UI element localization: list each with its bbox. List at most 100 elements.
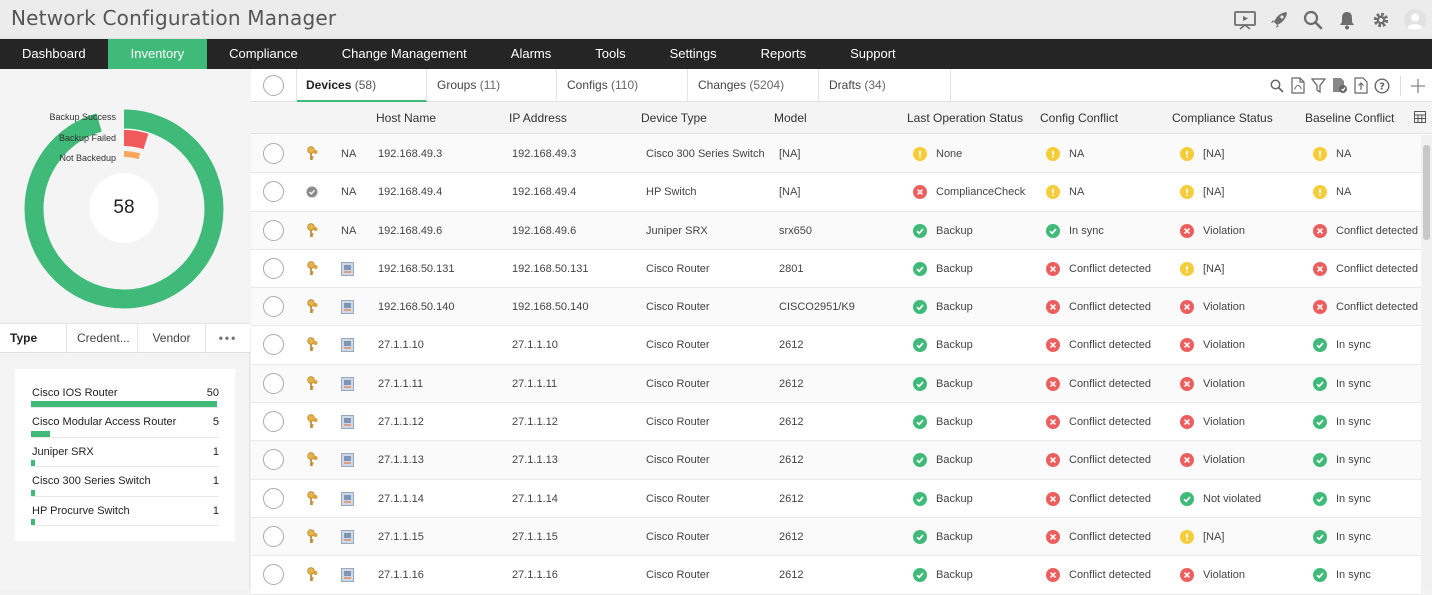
row-select-checkbox[interactable] — [263, 525, 284, 547]
last-operation-status[interactable]: Backup — [913, 250, 973, 288]
nav-dashboard[interactable]: Dashboard — [0, 39, 108, 69]
search-icon[interactable] — [1266, 75, 1287, 96]
nav-tools[interactable]: Tools — [573, 39, 647, 69]
last-operation-status[interactable]: Backup — [913, 288, 973, 326]
nav-reports[interactable]: Reports — [739, 39, 829, 69]
list-item[interactable]: HP Procurve Switch 1 — [31, 497, 219, 526]
tab-changes[interactable]: Changes (5204) — [688, 69, 819, 102]
compliance-status[interactable]: [NA] — [1180, 173, 1224, 211]
vertical-scrollbar[interactable] — [1421, 135, 1432, 589]
compliance-status[interactable]: Violation — [1180, 288, 1245, 326]
config-conflict-status[interactable]: Conflict detected — [1046, 326, 1151, 364]
table-row[interactable]: 192.168.50.131 192.168.50.131 Cisco Router… — [251, 249, 1421, 289]
rocket-icon[interactable] — [1262, 3, 1296, 37]
baseline-conflict-status[interactable]: NA — [1313, 173, 1351, 211]
row-select-checkbox[interactable] — [263, 411, 284, 433]
baseline-conflict-status[interactable]: In sync — [1313, 403, 1371, 441]
compliance-status[interactable]: Violation — [1180, 326, 1245, 364]
config-conflict-status[interactable]: Conflict detected — [1046, 518, 1151, 556]
nav-compliance[interactable]: Compliance — [207, 39, 320, 69]
table-row[interactable]: NA 192.168.49.6 192.168.49.6 Juniper SRX srx… — [251, 211, 1421, 250]
baseline-conflict-status[interactable]: In sync — [1313, 480, 1371, 518]
tab-configs[interactable]: Configs (110) — [557, 69, 688, 102]
bell-icon[interactable] — [1330, 3, 1364, 37]
column-header-last-operation-status[interactable]: Last Operation Status — [907, 102, 1023, 134]
column-header-device-type[interactable]: Device Type — [641, 102, 707, 134]
baseline-conflict-status[interactable]: Conflict detected — [1313, 212, 1418, 250]
config-conflict-status[interactable]: Conflict detected — [1046, 250, 1151, 288]
search-icon[interactable] — [1296, 3, 1330, 37]
last-operation-status[interactable]: None — [913, 135, 962, 173]
baseline-conflict-status[interactable]: Conflict detected — [1313, 250, 1418, 288]
cell-host[interactable]: 192.168.50.131 — [378, 250, 454, 288]
list-item[interactable]: Juniper SRX 1 — [31, 438, 219, 468]
column-header-model[interactable]: Model — [774, 102, 807, 134]
cell-host[interactable]: 192.168.49.6 — [378, 212, 442, 250]
compliance-status[interactable]: Violation — [1180, 365, 1245, 403]
compliance-status[interactable]: Violation — [1180, 403, 1245, 441]
column-header-compliance-status[interactable]: Compliance Status — [1172, 102, 1273, 134]
export-icon[interactable] — [1350, 75, 1371, 96]
baseline-conflict-status[interactable]: NA — [1313, 135, 1351, 173]
tab-groups[interactable]: Groups (11) — [427, 69, 557, 102]
row-select-checkbox[interactable] — [263, 296, 284, 318]
config-conflict-status[interactable]: Conflict detected — [1046, 288, 1151, 326]
nav-inventory[interactable]: Inventory — [107, 39, 208, 69]
filter-tab-type[interactable]: Type — [0, 324, 67, 353]
row-select-checkbox[interactable] — [263, 257, 284, 279]
table-row[interactable]: 27.1.1.13 27.1.1.13 Cisco Router 2612 Backup… — [251, 441, 1421, 480]
table-row[interactable]: NA 192.168.49.3 192.168.49.3 Cisco 300 Seri… — [251, 135, 1421, 174]
last-operation-status[interactable]: Backup — [913, 365, 973, 403]
cell-host[interactable]: 192.168.49.3 — [378, 135, 442, 173]
cell-host[interactable]: 192.168.50.140 — [378, 288, 454, 326]
column-header-host-name[interactable]: Host Name — [376, 102, 436, 134]
last-operation-status[interactable]: Backup — [913, 441, 973, 479]
last-operation-status[interactable]: Backup — [913, 212, 973, 250]
list-item[interactable]: Cisco Modular Access Router 5 — [31, 408, 219, 438]
tab-drafts[interactable]: Drafts (34) — [819, 69, 951, 102]
cell-host[interactable]: 27.1.1.14 — [378, 480, 424, 518]
row-select-checkbox[interactable] — [263, 334, 284, 356]
filter-icon[interactable] — [1308, 75, 1329, 96]
compliance-status[interactable]: [NA] — [1180, 250, 1224, 288]
column-header-config-conflict[interactable]: Config Conflict — [1040, 102, 1118, 134]
baseline-conflict-status[interactable]: In sync — [1313, 365, 1371, 403]
last-operation-status[interactable]: Backup — [913, 326, 973, 364]
nav-support[interactable]: Support — [828, 39, 918, 69]
nav-alarms[interactable]: Alarms — [489, 39, 573, 69]
row-select-checkbox[interactable] — [263, 564, 284, 586]
compliance-status[interactable]: Violation — [1180, 212, 1245, 250]
pdf-icon[interactable] — [1287, 75, 1308, 96]
tab-devices[interactable]: Devices (58) — [297, 69, 427, 102]
select-all-checkbox[interactable] — [263, 75, 284, 96]
row-select-checkbox[interactable] — [263, 372, 284, 394]
last-operation-status[interactable]: Backup — [913, 403, 973, 441]
config-conflict-status[interactable]: Conflict detected — [1046, 365, 1151, 403]
user-avatar-icon[interactable] — [1398, 3, 1432, 37]
cell-host[interactable]: 27.1.1.10 — [378, 326, 424, 364]
filter-tab-credential[interactable]: Credent... — [67, 324, 138, 353]
nav-settings[interactable]: Settings — [648, 39, 739, 69]
baseline-conflict-status[interactable]: In sync — [1313, 518, 1371, 556]
last-operation-status[interactable]: Backup — [913, 480, 973, 518]
table-row[interactable]: 27.1.1.10 27.1.1.10 Cisco Router 2612 Backup… — [251, 326, 1421, 365]
device-report-icon[interactable] — [1329, 75, 1350, 96]
list-item[interactable]: Cisco 300 Series Switch 1 — [31, 467, 219, 497]
config-conflict-status[interactable]: NA — [1046, 173, 1084, 211]
baseline-conflict-status[interactable]: In sync — [1313, 326, 1371, 364]
column-chooser-icon[interactable] — [1414, 111, 1426, 125]
list-item[interactable]: Cisco IOS Router 50 — [31, 379, 219, 409]
row-select-checkbox[interactable] — [263, 487, 284, 509]
last-operation-status[interactable]: Backup — [913, 518, 973, 556]
table-row[interactable]: 27.1.1.12 27.1.1.12 Cisco Router 2612 Backup… — [251, 403, 1421, 442]
config-conflict-status[interactable]: Conflict detected — [1046, 480, 1151, 518]
compliance-status[interactable]: [NA] — [1180, 518, 1224, 556]
table-row[interactable]: 27.1.1.15 27.1.1.15 Cisco Router 2612 Backup… — [251, 517, 1421, 557]
help-icon[interactable]: ? — [1371, 75, 1392, 96]
config-conflict-status[interactable]: Conflict detected — [1046, 441, 1151, 479]
table-row[interactable]: 27.1.1.11 27.1.1.11 Cisco Router 2612 Backup… — [251, 364, 1421, 404]
gear-icon[interactable] — [1364, 3, 1398, 37]
column-header-ip-address[interactable]: IP Address — [509, 102, 567, 134]
filter-tab-vendor[interactable]: Vendor — [138, 324, 206, 353]
table-row[interactable]: 192.168.50.140 192.168.50.140 Cisco Router… — [251, 288, 1421, 327]
